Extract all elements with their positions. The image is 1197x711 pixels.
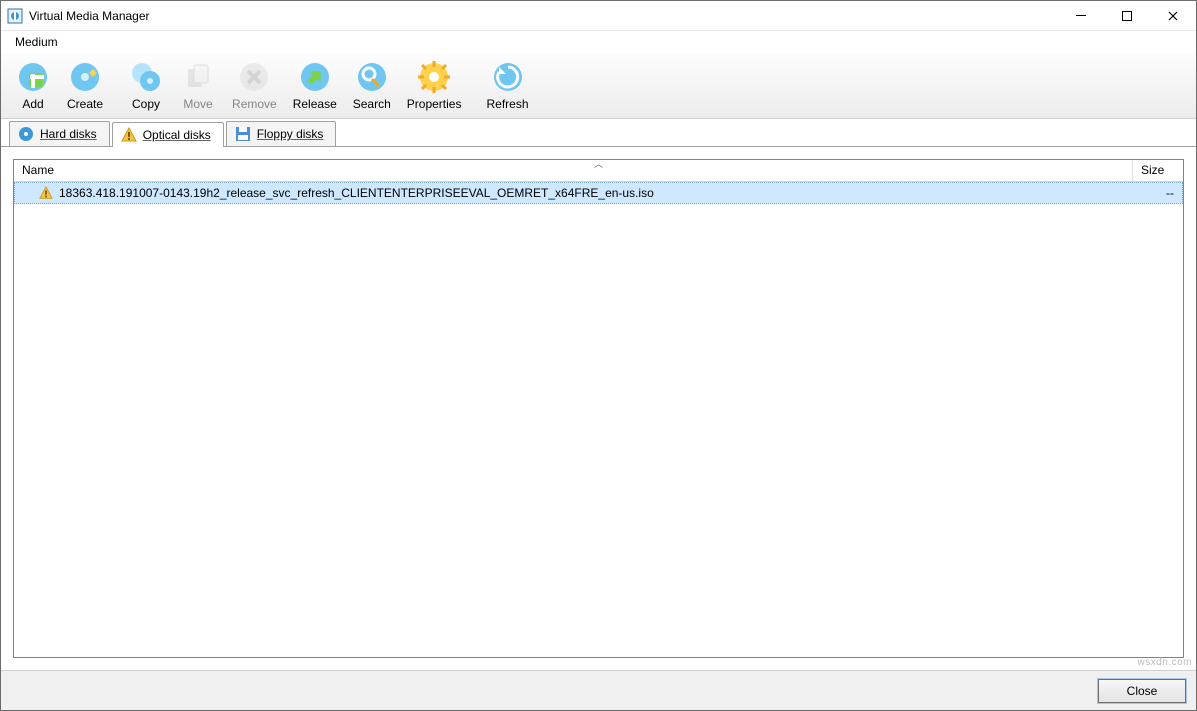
floppy-icon bbox=[235, 126, 251, 142]
titlebar: Virtual Media Manager bbox=[1, 1, 1196, 31]
move-button: Move bbox=[172, 57, 224, 113]
menu-medium[interactable]: Medium bbox=[9, 33, 64, 51]
release-icon bbox=[297, 59, 333, 95]
add-button[interactable]: Add bbox=[7, 57, 59, 113]
menubar: Medium bbox=[1, 31, 1196, 53]
row-name: 18363.418.191007-0143.19h2_release_svc_r… bbox=[59, 186, 654, 200]
footer: Close bbox=[1, 670, 1196, 710]
remove-icon bbox=[236, 59, 272, 95]
window-controls bbox=[1058, 1, 1196, 30]
remove-button: Remove bbox=[224, 57, 285, 113]
row-size: -- bbox=[1132, 186, 1182, 200]
refresh-icon bbox=[490, 59, 526, 95]
list-body[interactable]: 18363.418.191007-0143.19h2_release_svc_r… bbox=[14, 182, 1183, 657]
create-icon bbox=[67, 59, 103, 95]
close-button[interactable]: Close bbox=[1098, 679, 1186, 703]
tab-optical-disks[interactable]: Optical disks bbox=[112, 122, 224, 147]
refresh-button[interactable]: Refresh bbox=[478, 57, 536, 113]
tab-floppy-disks[interactable]: Floppy disks bbox=[226, 121, 337, 146]
column-size[interactable]: Size bbox=[1133, 160, 1183, 181]
properties-button[interactable]: Properties bbox=[399, 57, 470, 113]
window-title: Virtual Media Manager bbox=[29, 9, 1058, 23]
warning-icon bbox=[39, 186, 53, 200]
create-button[interactable]: Create bbox=[59, 57, 111, 113]
close-window-button[interactable] bbox=[1150, 1, 1196, 30]
list-row[interactable]: 18363.418.191007-0143.19h2_release_svc_r… bbox=[14, 182, 1183, 204]
hard-disk-icon bbox=[18, 126, 34, 142]
copy-button[interactable]: Copy bbox=[120, 57, 172, 113]
app-icon bbox=[7, 8, 23, 24]
list-header: ︿ Name Size bbox=[14, 160, 1183, 182]
warning-icon bbox=[121, 127, 137, 143]
properties-icon bbox=[416, 59, 452, 95]
maximize-button[interactable] bbox=[1104, 1, 1150, 30]
copy-icon bbox=[128, 59, 164, 95]
search-button[interactable]: Search bbox=[345, 57, 399, 113]
media-list[interactable]: ︿ Name Size 18363.418.191007-0143.19h2_r… bbox=[13, 159, 1184, 658]
toolbar: Add Create Copy Move bbox=[1, 53, 1196, 119]
column-name[interactable]: Name bbox=[14, 160, 1133, 181]
app-window: Virtual Media Manager Medium Add bbox=[0, 0, 1197, 711]
minimize-button[interactable] bbox=[1058, 1, 1104, 30]
move-icon bbox=[180, 59, 216, 95]
tab-hard-disks[interactable]: Hard disks bbox=[9, 121, 110, 146]
search-icon bbox=[354, 59, 390, 95]
release-button[interactable]: Release bbox=[285, 57, 345, 113]
add-icon bbox=[15, 59, 51, 95]
content-area: ︿ Name Size 18363.418.191007-0143.19h2_r… bbox=[1, 147, 1196, 670]
tabbar: Hard disks Optical disks Floppy disks bbox=[1, 119, 1196, 147]
sort-indicator-icon: ︿ bbox=[594, 160, 603, 168]
